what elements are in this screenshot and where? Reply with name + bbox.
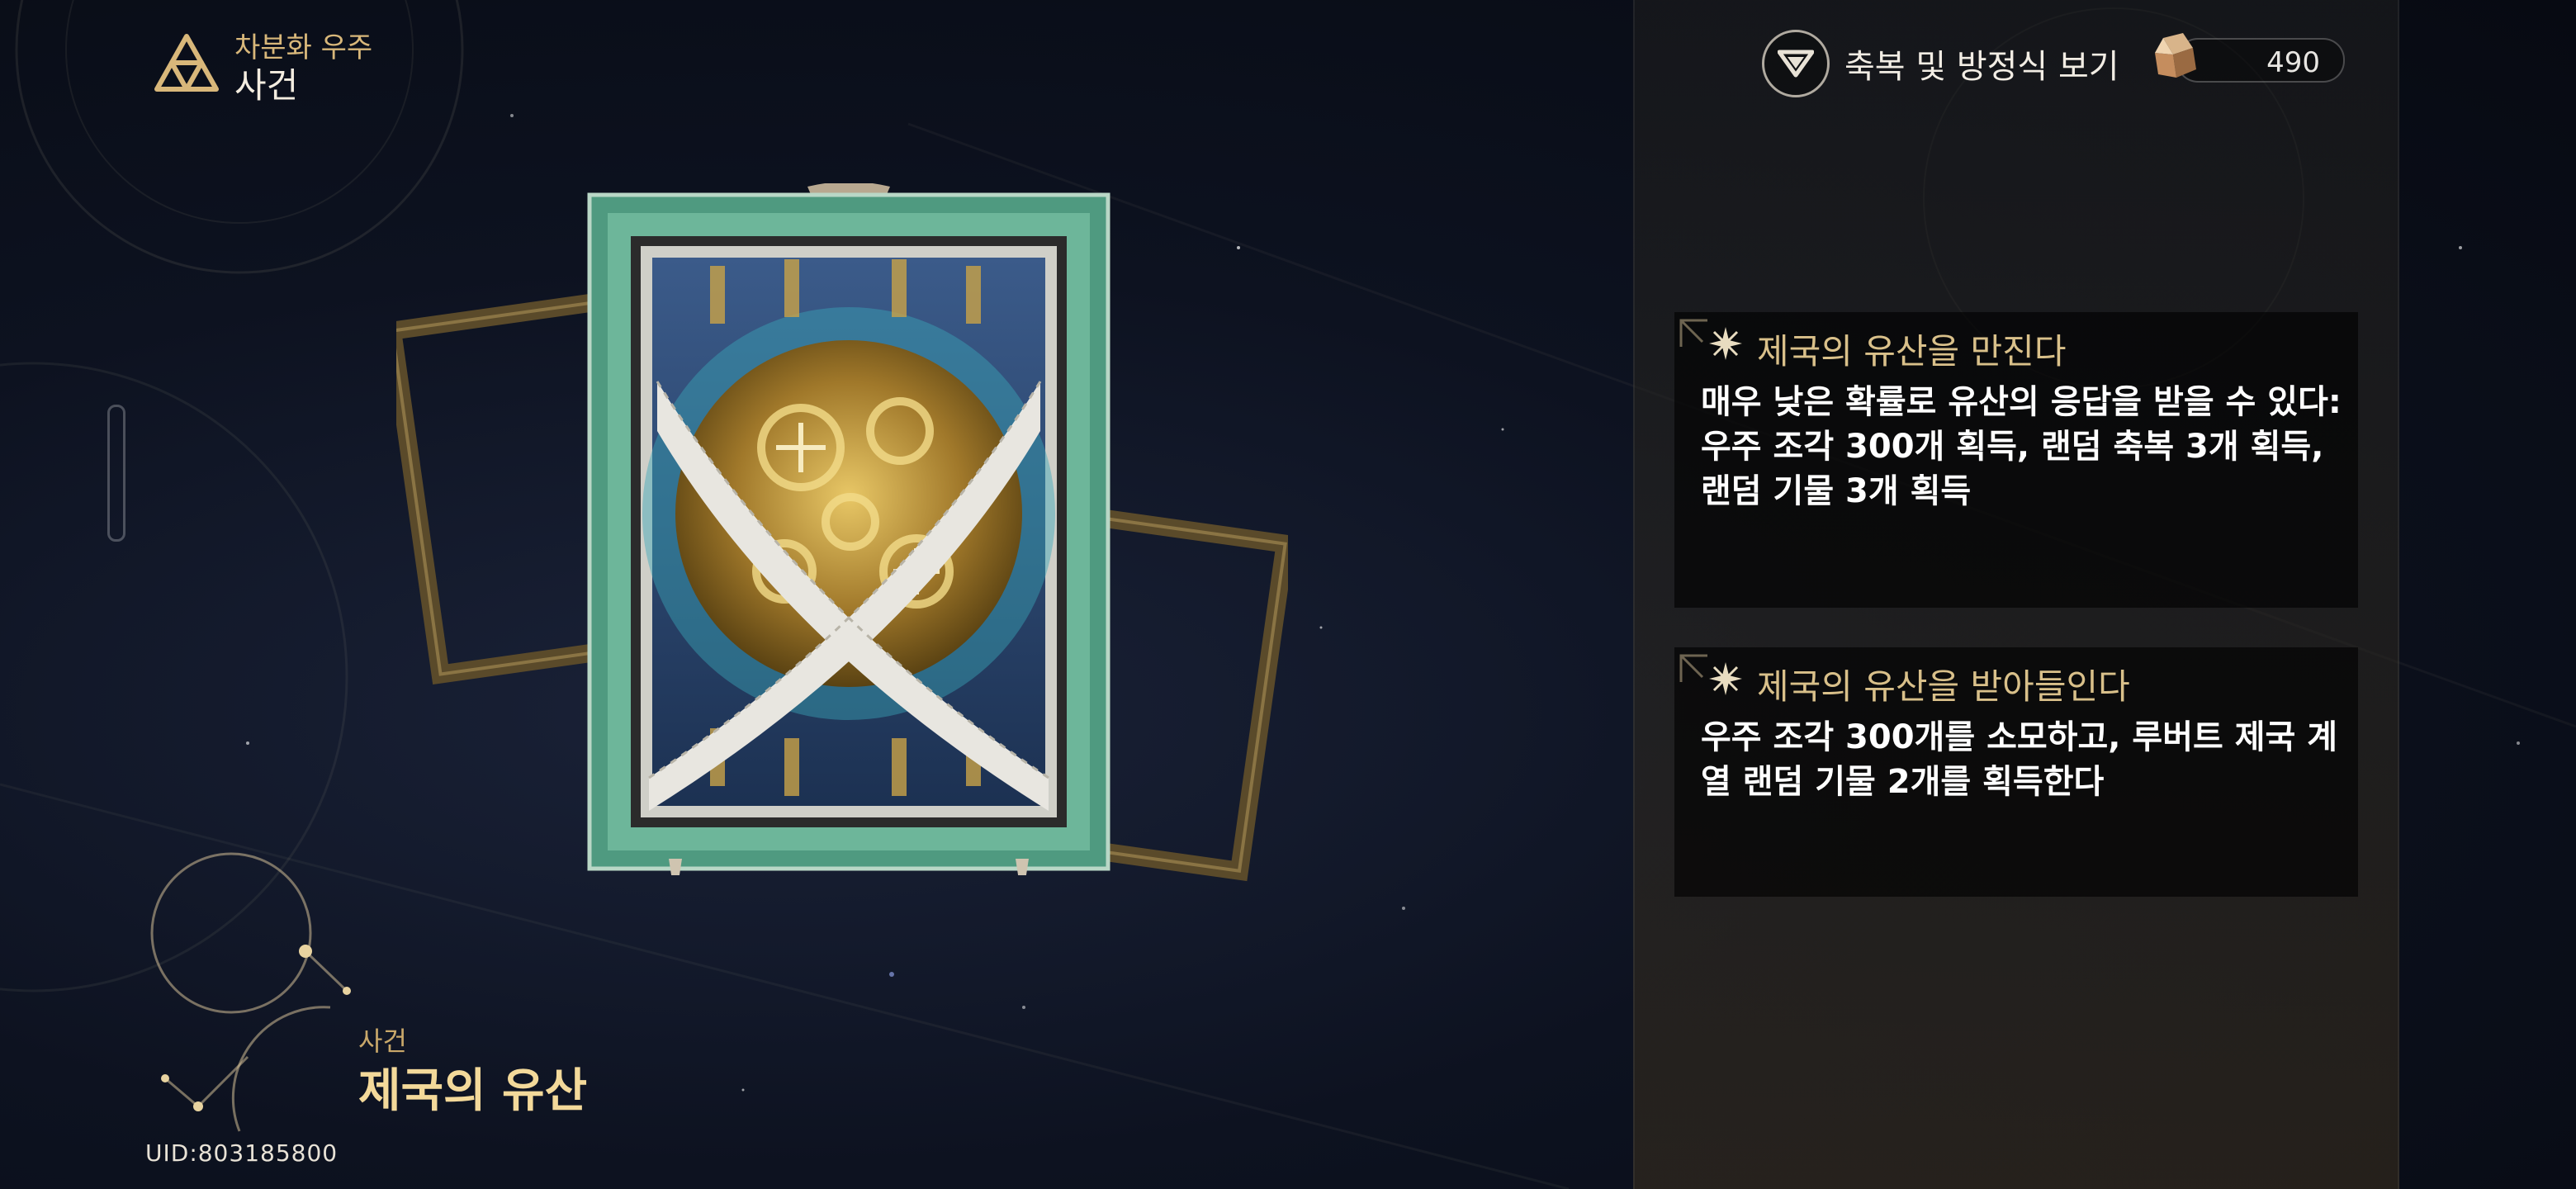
choice-option-2[interactable]: 제국의 유산을 받아들인다 우주 조각 300개를 소모하고, 루버트 제국 계…	[1674, 647, 2358, 897]
differentiated-universe-logo-icon	[154, 34, 219, 92]
chevron-down-triangle-icon	[1762, 30, 1830, 97]
choice-option-title: 제국의 유산을 받아들인다	[1757, 666, 2130, 707]
event-card-image	[587, 183, 1110, 875]
choice-option-1[interactable]: 제국의 유산을 만진다 매우 낮은 확률로 유산의 응답을 받을 수 있다: 우…	[1674, 312, 2358, 608]
choice-option-description: 우주 조각 300개를 소모하고, 루버트 제국 계열 랜덤 기물 2개를 획득…	[1701, 718, 2338, 801]
choice-option-title: 제국의 유산을 만진다	[1757, 331, 2067, 372]
currency-value: 490	[2266, 46, 2320, 79]
sparkle-star-icon	[1709, 327, 1742, 360]
sparkle-star-icon	[1709, 662, 1742, 695]
cosmic-fragment-icon	[2155, 33, 2196, 78]
currency-display: 490	[2147, 33, 2345, 84]
event-name: 제국의 유산	[358, 1064, 588, 1118]
corner-ornament-icon	[1679, 654, 1707, 682]
page-title: 사건	[234, 65, 299, 106]
view-blessings-button[interactable]: 축복 및 방정식 보기	[1762, 28, 2119, 99]
view-blessings-label: 축복 및 방정식 보기	[1844, 48, 2119, 86]
constellation-decoration	[150, 852, 351, 1132]
choice-option-description: 매우 낮은 확률로 유산의 응답을 받을 수 있다: 우주 조각 300개 획득…	[1701, 383, 2342, 510]
corner-ornament-icon	[1679, 319, 1707, 347]
uid-label: UID:803185800	[145, 1139, 339, 1167]
side-scroll-handle[interactable]	[107, 405, 125, 542]
